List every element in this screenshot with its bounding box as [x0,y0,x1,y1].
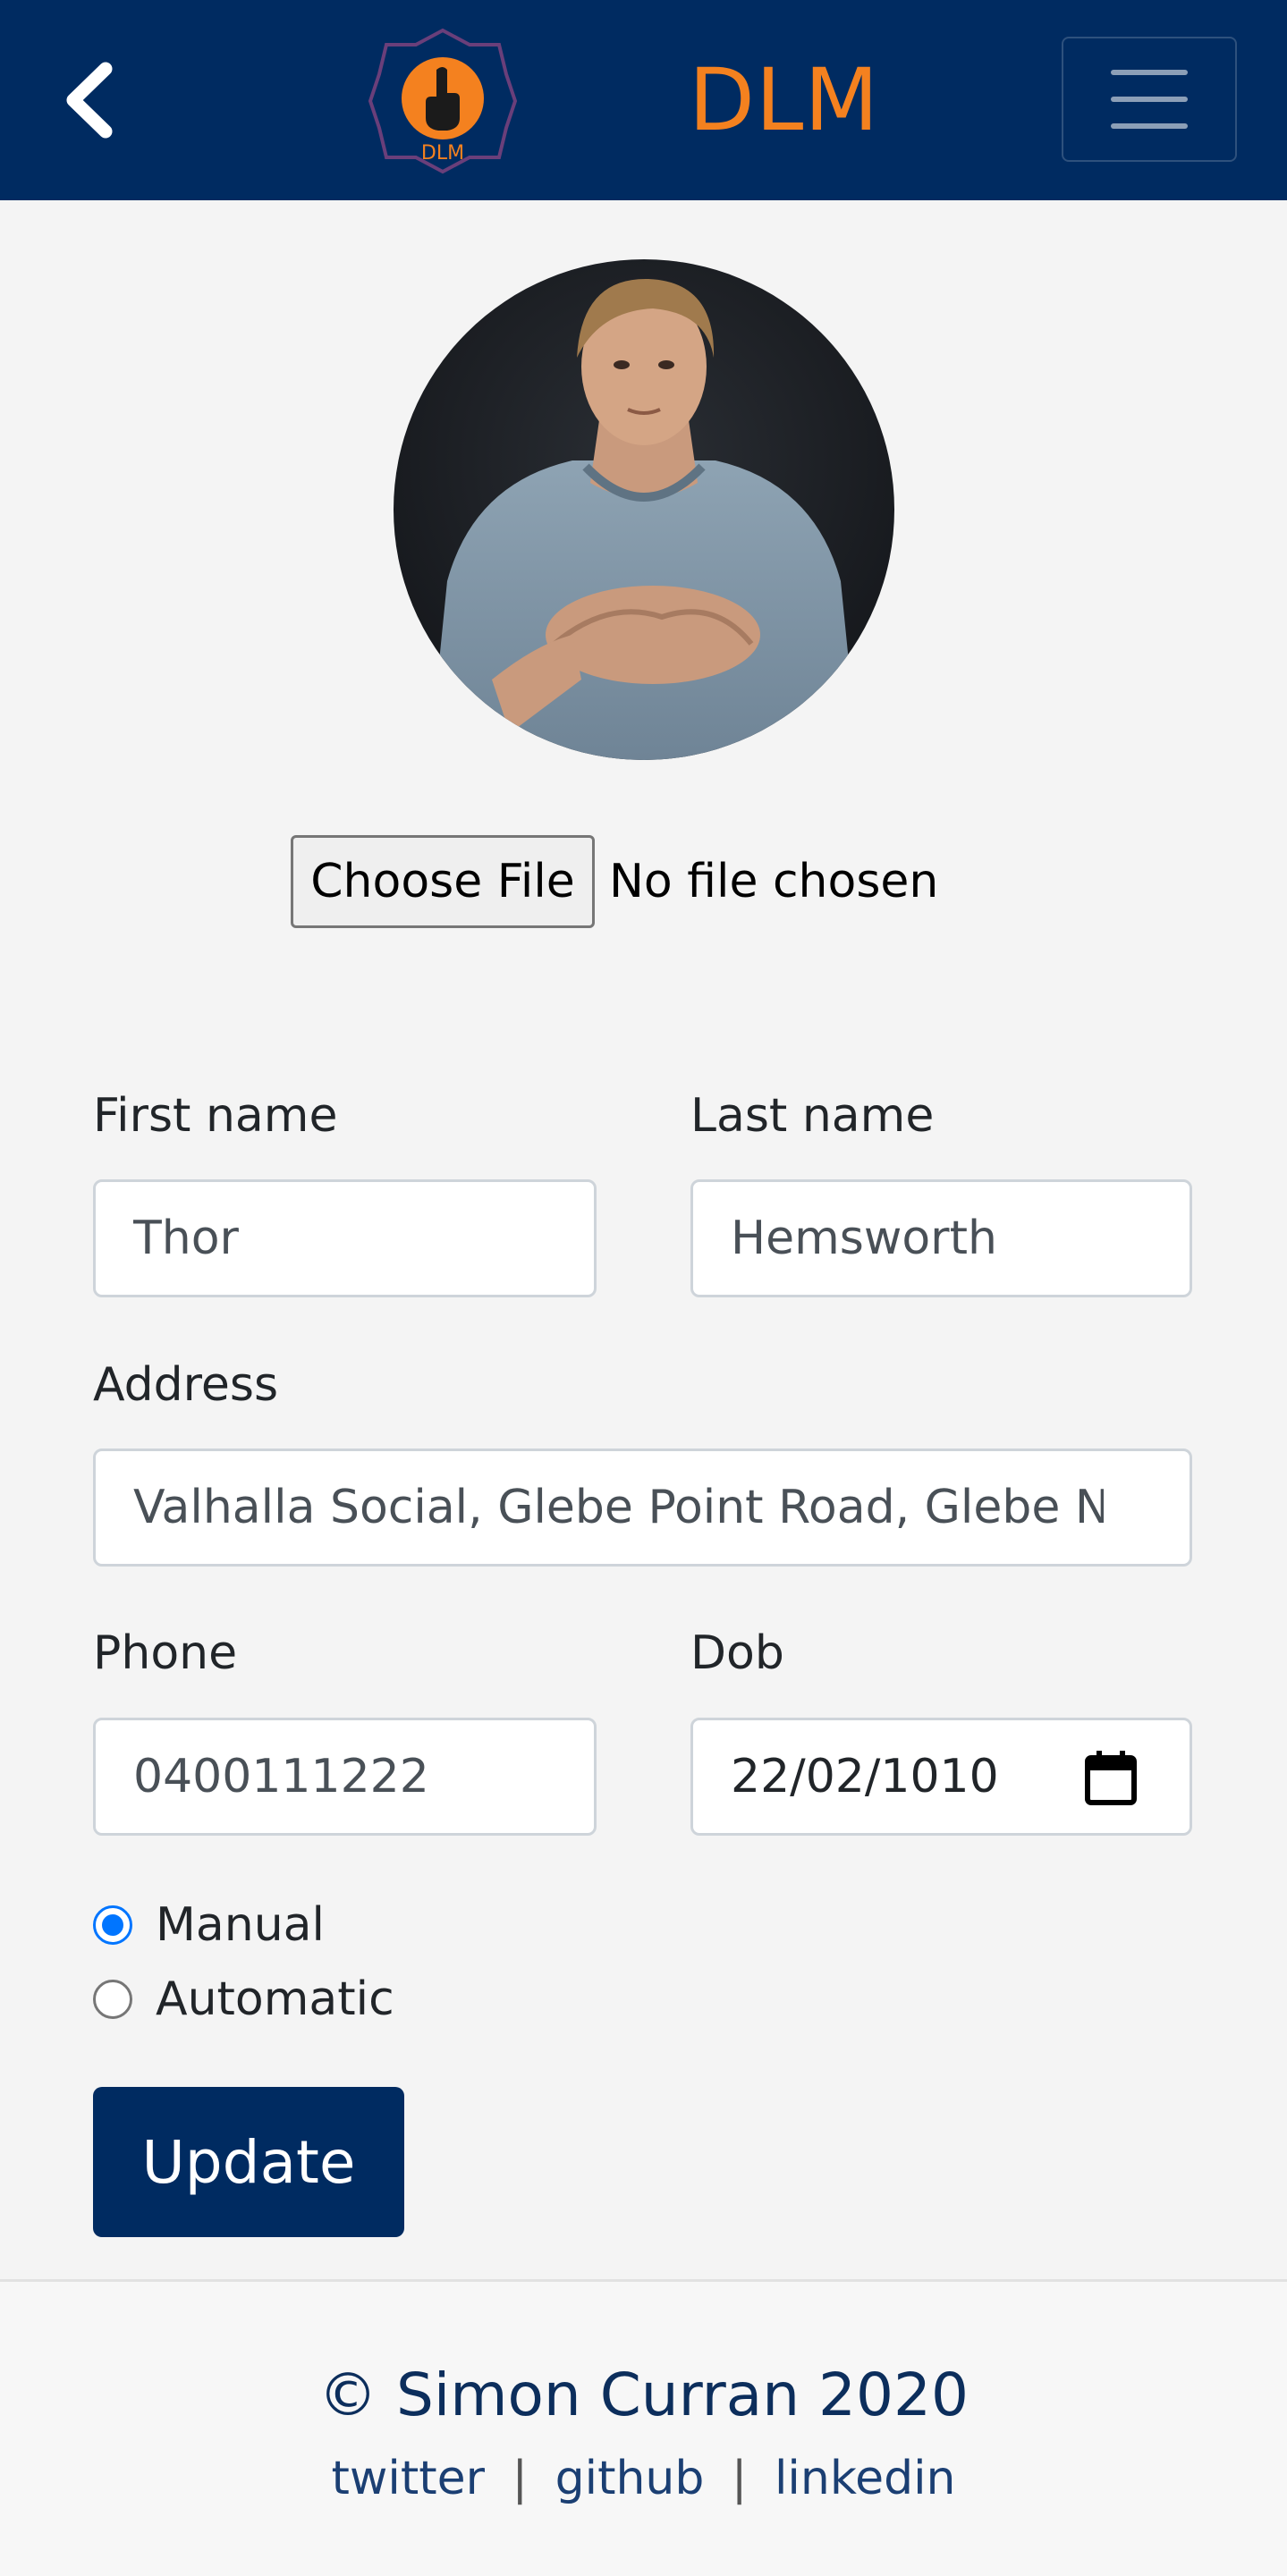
photo-upload: Choose File No file chosen [291,835,938,928]
back-button[interactable] [54,55,125,145]
last-name-label: Last name [690,1089,935,1143]
dlm-logo[interactable]: DLM [367,25,519,177]
hamburger-menu-icon [1111,70,1188,75]
address-label: Address [93,1358,279,1412]
avatar [394,259,894,760]
radio-manual-control[interactable] [93,1905,132,1945]
chevron-left-icon [66,62,113,139]
radio-manual[interactable]: Manual [93,1894,325,1956]
choose-file-button[interactable]: Choose File [291,835,595,928]
radio-automatic[interactable]: Automatic [93,1968,394,2031]
file-status-text: No file chosen [609,855,939,908]
svg-text:DLM: DLM [421,142,464,165]
calendar-icon[interactable] [1084,1749,1138,1806]
address-field[interactable]: Valhalla Social, Glebe Point Road, Glebe… [93,1448,1192,1567]
first-name-field[interactable]: Thor [93,1179,597,1297]
twitter-link[interactable]: twitter [332,2452,486,2505]
link-separator: | [731,2452,748,2505]
menu-toggle-button[interactable] [1062,37,1237,162]
footer: © Simon Curran 2020 twitter | github | l… [0,2279,1287,2576]
github-link[interactable]: github [555,2452,705,2505]
update-button[interactable]: Update [93,2087,404,2237]
navbar: DLM DLM [0,0,1287,200]
phone-field[interactable]: 0400111222 [93,1718,597,1836]
footer-links: twitter | github | linkedin [0,2452,1287,2505]
radio-manual-label: Manual [156,1898,325,1952]
radio-automatic-label: Automatic [156,1972,394,2026]
phone-label: Phone [93,1626,238,1680]
dob-field[interactable]: 22/02/1010 [690,1718,1192,1836]
copyright-text: © Simon Curran 2020 [318,2361,969,2429]
radio-automatic-control[interactable] [93,1980,132,2019]
last-name-field[interactable]: Hemsworth [690,1179,1192,1297]
dob-label: Dob [690,1626,784,1680]
first-name-label: First name [93,1089,338,1143]
linkedin-link[interactable]: linkedin [775,2452,956,2505]
brand-title[interactable]: DLM [689,46,879,154]
link-separator: | [512,2452,529,2505]
